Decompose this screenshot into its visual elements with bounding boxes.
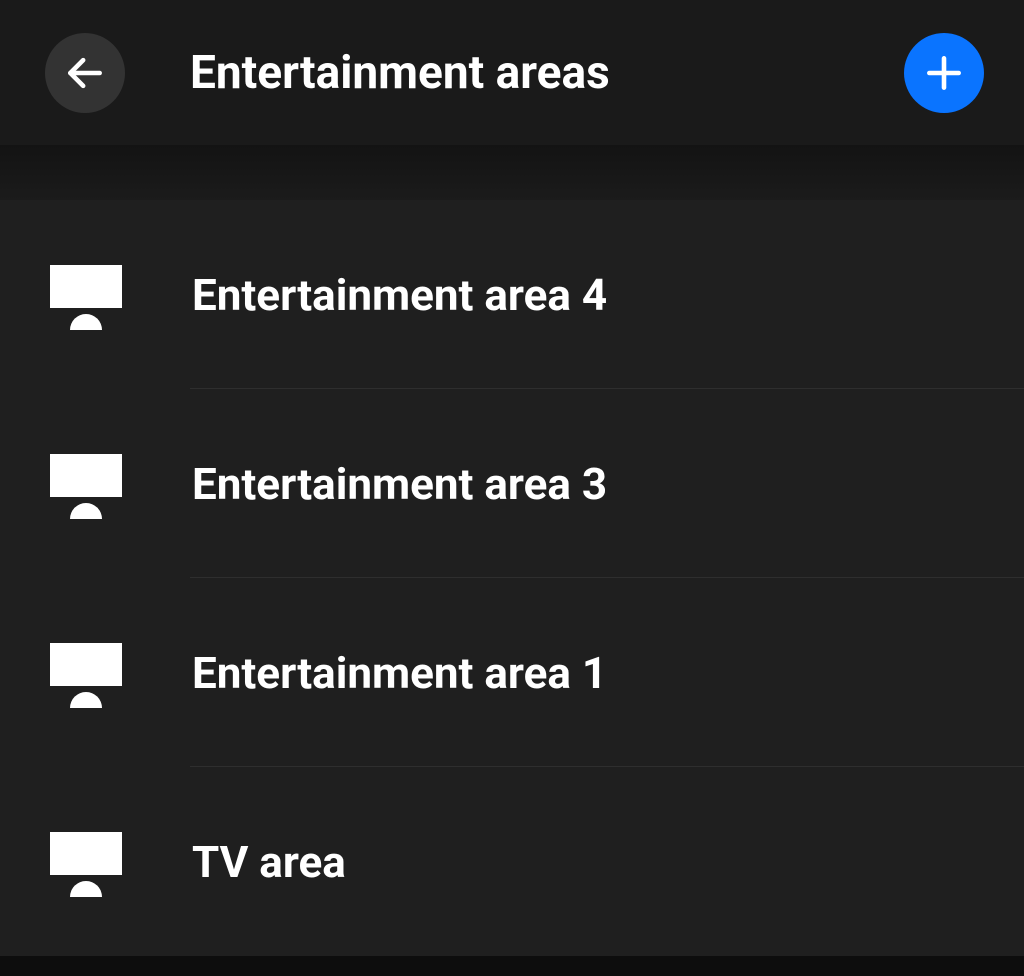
tv-icon <box>50 832 122 892</box>
sub-header <box>0 145 1024 200</box>
page-title: Entertainment areas <box>190 46 610 100</box>
list-item[interactable]: Entertainment area 4 <box>0 200 1024 389</box>
tv-icon <box>50 643 122 703</box>
back-button[interactable] <box>45 33 125 113</box>
add-button[interactable] <box>904 33 984 113</box>
list-item-label: TV area <box>192 836 346 888</box>
list-item[interactable]: Entertainment area 3 <box>0 389 1024 578</box>
list-item-label: Entertainment area 4 <box>192 269 607 321</box>
back-arrow-icon <box>63 51 107 95</box>
list-item[interactable]: TV area <box>0 767 1024 956</box>
tv-icon <box>50 265 122 325</box>
header: Entertainment areas <box>0 0 1024 145</box>
tv-icon <box>50 454 122 514</box>
areas-list: Entertainment area 4 Entertainment area … <box>0 200 1024 956</box>
bottom-bar <box>0 956 1024 976</box>
list-item-label: Entertainment area 1 <box>192 647 607 699</box>
plus-icon <box>922 51 966 95</box>
list-item[interactable]: Entertainment area 1 <box>0 578 1024 767</box>
list-item-label: Entertainment area 3 <box>192 458 607 510</box>
